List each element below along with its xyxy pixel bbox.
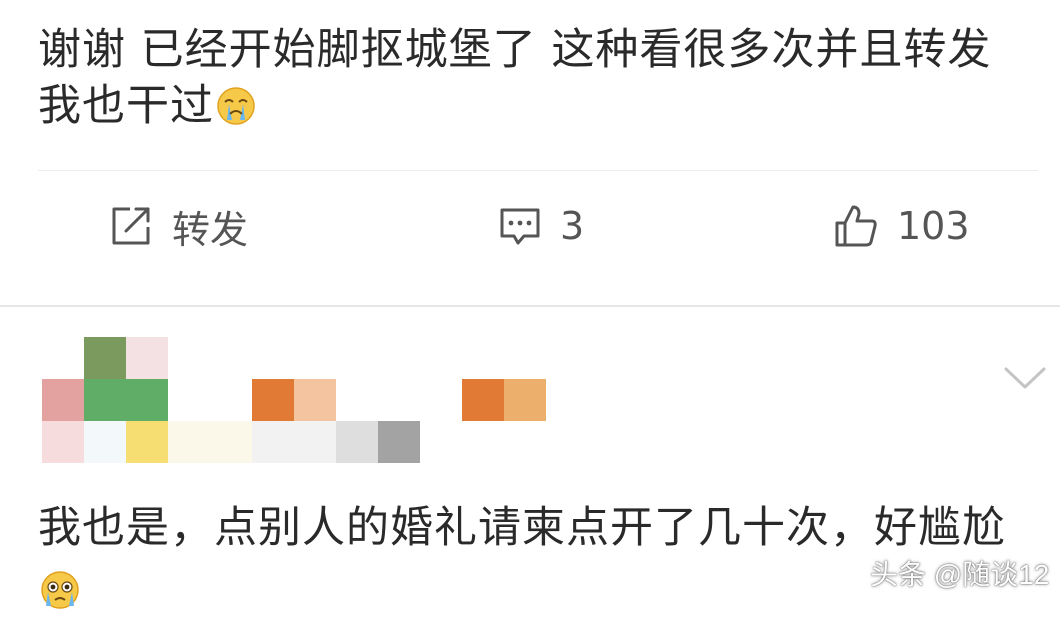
comment-text-content: 我也是，点别人的婚礼请柬点开了几十次，好尴尬: [38, 503, 1006, 553]
action-bar: 转发 3 103: [0, 190, 1060, 262]
crying-face-icon: [217, 87, 255, 125]
post-text-content: 谢谢 已经开始脚抠城堡了 这种看很多次并且转发我也干过: [38, 25, 992, 131]
chevron-down-icon[interactable]: [1003, 365, 1047, 391]
comment-icon: [500, 208, 540, 245]
repost-button[interactable]: 转发: [108, 190, 248, 262]
post-text: 谢谢 已经开始脚抠城堡了 这种看很多次并且转发我也干过: [38, 22, 1028, 134]
like-count: 103: [897, 204, 970, 248]
repost-label: 转发: [172, 207, 249, 252]
thumbs-up-icon: [835, 205, 877, 247]
pixelated-user-info: [42, 337, 582, 463]
divider: [38, 170, 1038, 171]
repost-icon: [112, 207, 150, 245]
like-button[interactable]: 103: [833, 190, 970, 262]
watermark: 头条 @随谈12: [870, 559, 1050, 590]
post-card: 谢谢 已经开始脚抠城堡了 这种看很多次并且转发我也干过 转发 3 103: [0, 0, 1060, 305]
crying-face-icon: [41, 571, 79, 609]
comment-button[interactable]: 3: [498, 190, 584, 262]
comment-count: 3: [560, 204, 585, 248]
